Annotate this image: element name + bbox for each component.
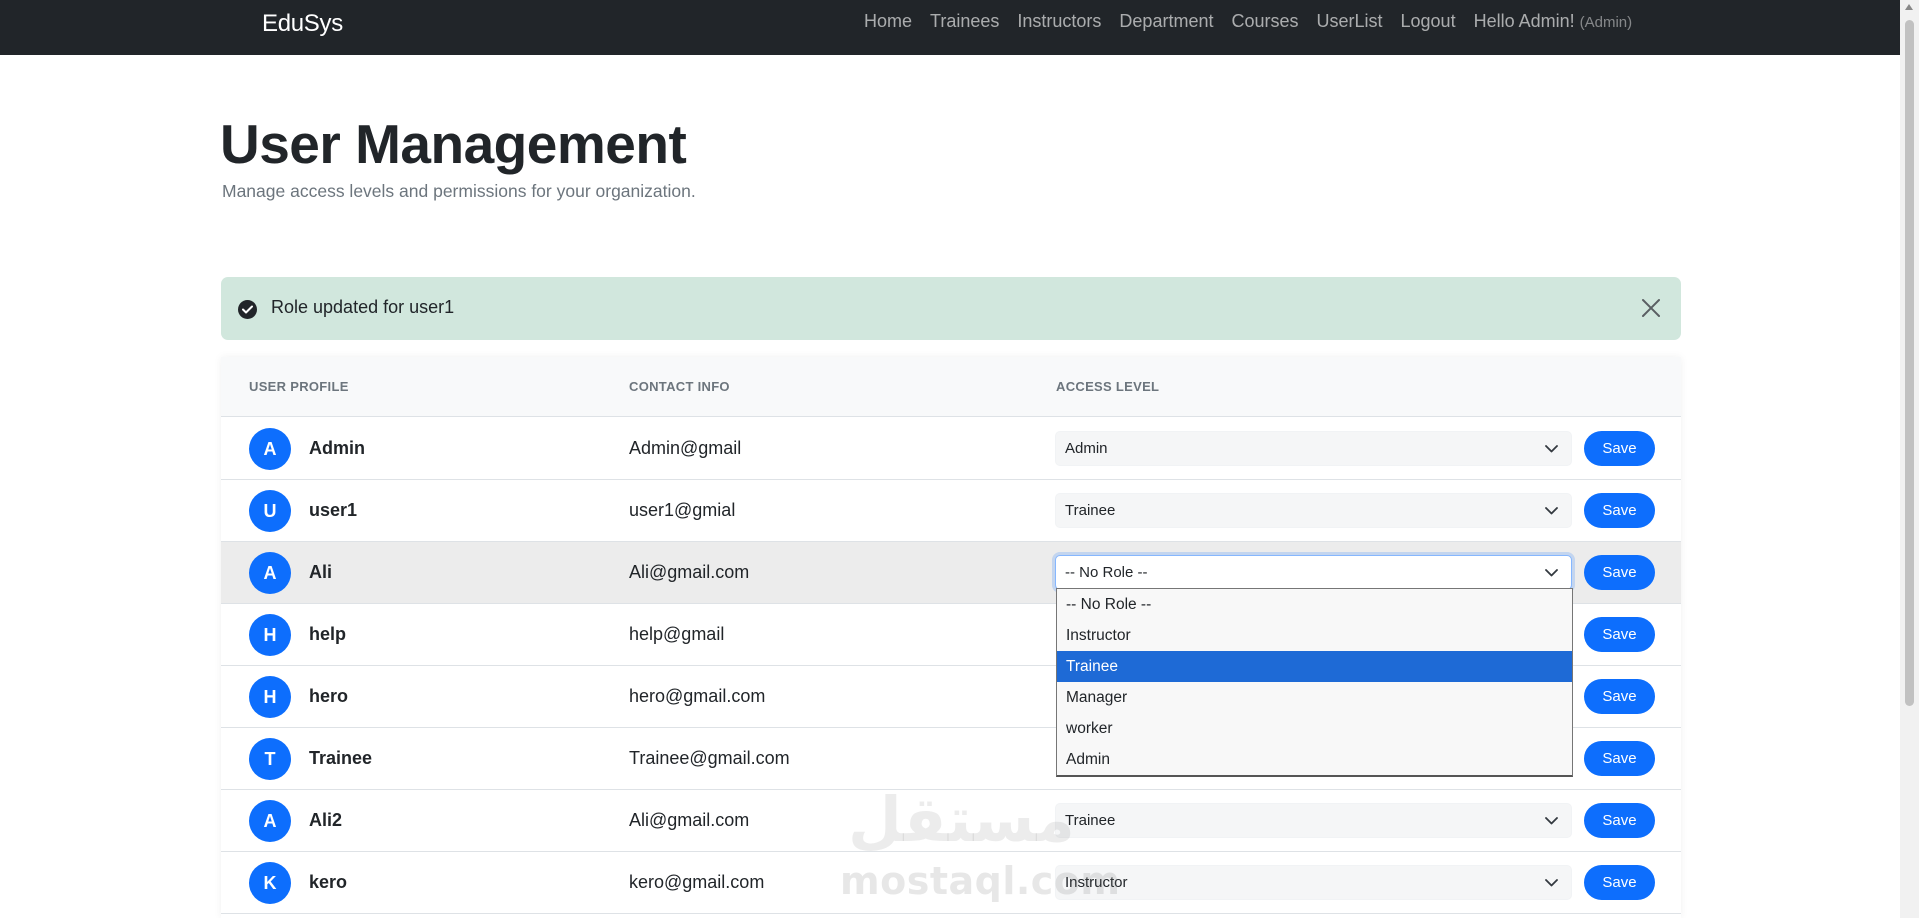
user-email: Ali@gmail.com (629, 810, 750, 830)
save-button[interactable]: Save (1584, 493, 1655, 528)
save-button[interactable]: Save (1584, 617, 1655, 652)
user-name: kero (309, 872, 348, 892)
role-select-value: Instructor (1065, 874, 1128, 891)
save-button[interactable]: Save (1584, 555, 1655, 590)
table-row: A Admin Admin@gmail Admin Save (221, 418, 1681, 480)
save-button[interactable]: Save (1584, 679, 1655, 714)
chevron-down-icon (1545, 817, 1558, 825)
avatar: U (249, 490, 291, 532)
user-email: help@gmail (629, 624, 725, 644)
user-email: Admin@gmail (629, 438, 742, 458)
save-button[interactable]: Save (1584, 741, 1655, 776)
column-header-access: ACCESS LEVEL (1056, 379, 1160, 394)
table-row: K kero kero@gmail.com Instructor Save (221, 852, 1681, 914)
chevron-down-icon (1545, 569, 1558, 577)
avatar: A (249, 428, 291, 470)
table-header: USER PROFILE CONTACT INFO ACCESS LEVEL (221, 357, 1681, 417)
dropdown-option-manager[interactable]: Manager (1057, 682, 1572, 713)
user-email: Ali@gmail.com (629, 562, 750, 582)
alert-message: Role updated for user1 (271, 297, 455, 317)
success-alert: Role updated for user1 (221, 277, 1681, 340)
role-select[interactable]: -- No Role -- (1055, 555, 1572, 590)
close-alert-button[interactable] (1639, 297, 1663, 321)
role-select[interactable]: Admin (1055, 431, 1572, 466)
user-email: Trainee@gmail.com (629, 748, 790, 768)
dropdown-option-instructor[interactable]: Instructor (1057, 620, 1572, 651)
scroll-thumb[interactable] (1905, 20, 1914, 706)
nav-link-department[interactable]: Department (1119, 11, 1213, 32)
chevron-down-icon (1545, 879, 1558, 887)
top-navbar: EduSys Home Trainees Instructors Departm… (0, 0, 1900, 55)
avatar: A (249, 552, 291, 594)
user-name: user1 (309, 500, 358, 520)
user-email: user1@gmial (629, 500, 736, 520)
save-button[interactable]: Save (1584, 431, 1655, 466)
avatar: A (249, 800, 291, 842)
role-tag: (Admin) (1579, 14, 1633, 31)
avatar: H (249, 614, 291, 656)
role-select-value: Trainee (1065, 502, 1116, 519)
role-select[interactable]: Instructor (1055, 865, 1572, 900)
check-circle-icon (238, 300, 257, 319)
greeting-label: Hello Admin! (1473, 11, 1575, 31)
nav-link-userlist[interactable]: UserList (1317, 11, 1383, 32)
page-subtitle: Manage access levels and permissions for… (222, 181, 696, 201)
user-email: kero@gmail.com (629, 872, 765, 892)
role-select[interactable]: Trainee (1055, 803, 1572, 838)
nav-link-instructors[interactable]: Instructors (1017, 11, 1101, 32)
scroll-up-arrow-icon[interactable] (1905, 4, 1913, 10)
user-name: Admin (309, 438, 365, 458)
nav-link-courses[interactable]: Courses (1231, 11, 1298, 32)
column-header-contact: CONTACT INFO (629, 379, 730, 394)
avatar: H (249, 676, 291, 718)
user-name: Ali (309, 562, 333, 582)
nav-link-trainees[interactable]: Trainees (930, 11, 999, 32)
table-row: A Ali2 Ali@gmail.com Trainee Save (221, 790, 1681, 852)
role-select[interactable]: Trainee (1055, 493, 1572, 528)
greeting-text: Hello Admin! (Admin) (1474, 11, 1633, 32)
dropdown-option-no-role[interactable]: -- No Role -- (1057, 589, 1572, 620)
save-button[interactable]: Save (1584, 865, 1655, 900)
user-name: Ali2 (309, 810, 343, 830)
dropdown-option-trainee[interactable]: Trainee (1057, 651, 1572, 682)
user-name: help (309, 624, 347, 644)
avatar: T (249, 738, 291, 780)
brand-logo[interactable]: EduSys (262, 10, 343, 38)
chevron-down-icon (1545, 445, 1558, 453)
close-icon (1642, 299, 1660, 317)
role-select-value: Trainee (1065, 812, 1116, 829)
user-name: hero (309, 686, 349, 706)
logout-button[interactable]: Logout (1401, 11, 1456, 32)
nav-link-home[interactable]: Home (864, 11, 912, 32)
user-email: hero@gmail.com (629, 686, 766, 706)
role-select-value: Admin (1065, 440, 1108, 457)
role-select-value: -- No Role -- (1065, 564, 1148, 581)
nav-links: Home Trainees Instructors Department Cou… (864, 11, 1632, 32)
table-row: U user1 user1@gmial Trainee Save (221, 480, 1681, 542)
page-scrollbar[interactable] (1900, 0, 1919, 918)
dropdown-option-admin[interactable]: Admin (1057, 744, 1572, 775)
page-title: User Management (220, 113, 687, 175)
column-header-profile: USER PROFILE (249, 379, 349, 394)
role-dropdown-list: -- No Role -- Instructor Trainee Manager… (1056, 588, 1573, 777)
dropdown-option-worker[interactable]: worker (1057, 713, 1572, 744)
user-name: Trainee (309, 748, 373, 768)
save-button[interactable]: Save (1584, 803, 1655, 838)
avatar: K (249, 862, 291, 904)
chevron-down-icon (1545, 507, 1558, 515)
